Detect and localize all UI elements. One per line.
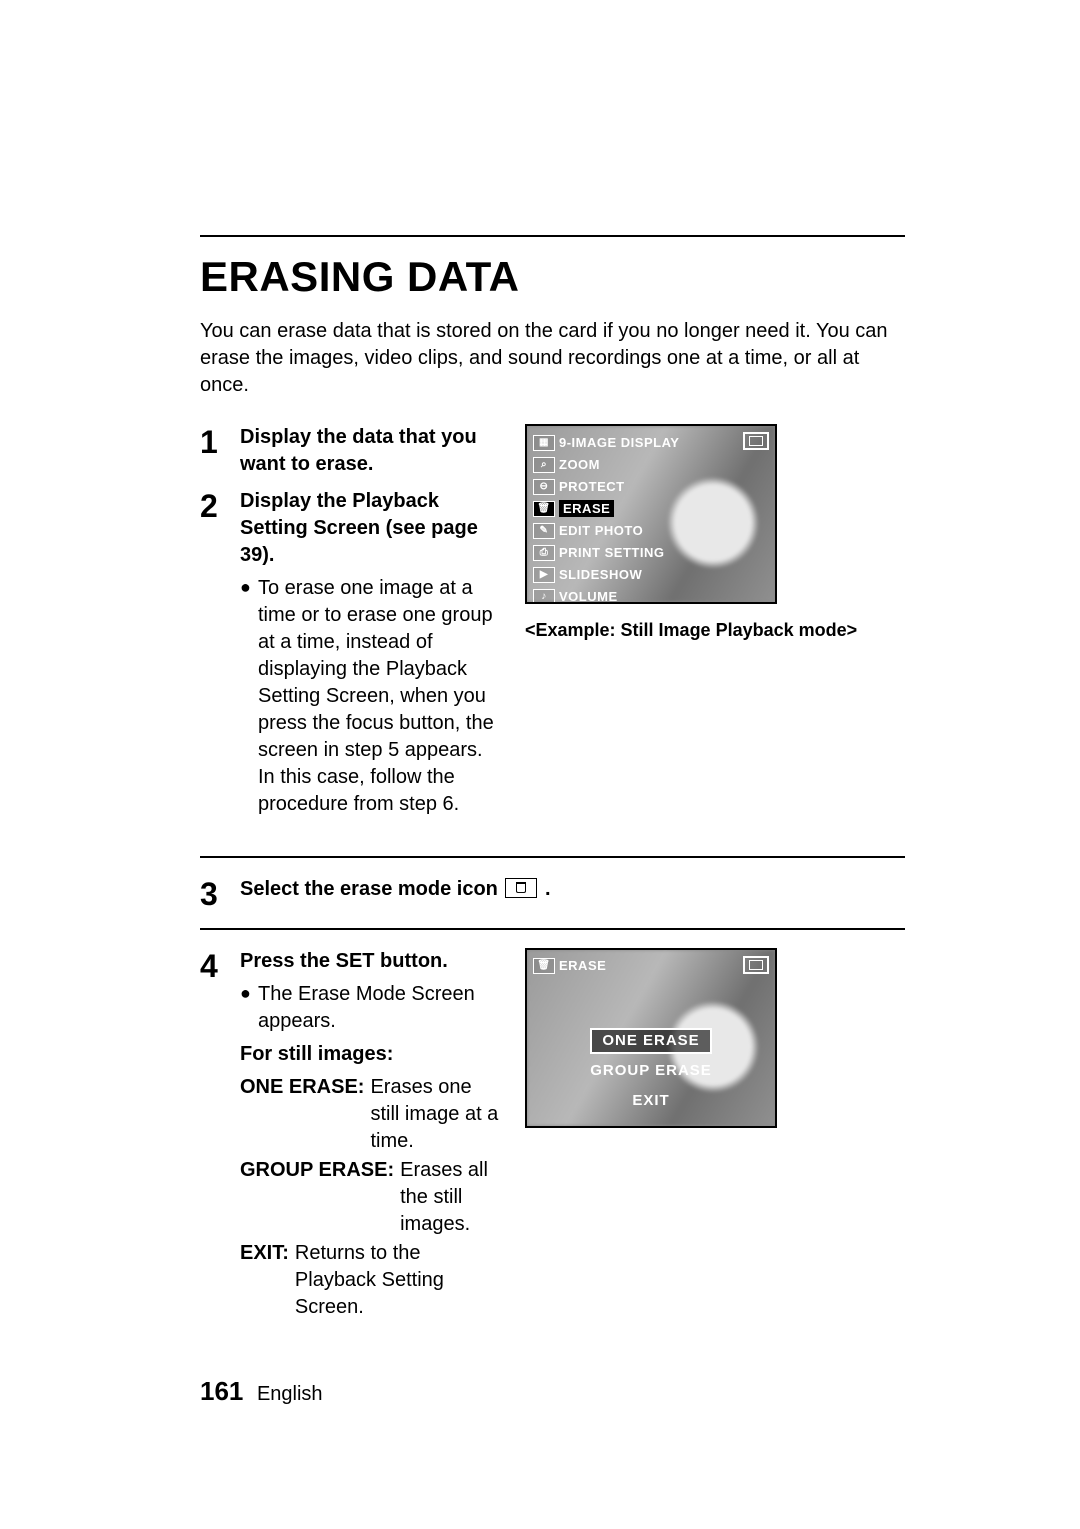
option-selected: ONE ERASE <box>592 1030 709 1052</box>
trash-icon: 🗑 <box>533 501 555 517</box>
bullet-text: The Erase Mode Screen appears. <box>258 981 500 1035</box>
manual-page: ERASING DATA You can erase data that is … <box>0 0 1080 1529</box>
edit-icon: ✎ <box>533 523 555 539</box>
lock-icon: ⊖ <box>533 479 555 495</box>
sub-heading: For still images: <box>240 1041 500 1068</box>
step-bullet: ● The Erase Mode Screen appears. <box>240 981 500 1035</box>
trash-icon: 🗑 <box>533 958 555 974</box>
step-number: 2 <box>200 488 240 522</box>
definition: Erases all the still images. <box>400 1157 500 1238</box>
term: GROUP ERASE: <box>240 1157 394 1238</box>
definition: Erases one still image at a time. <box>370 1074 500 1155</box>
bullet-icon: ● <box>240 981 258 1035</box>
rule-top <box>200 235 905 237</box>
step-text-before: Select the erase mode icon <box>240 878 503 900</box>
step-3: 3 Select the erase mode icon . <box>200 876 905 910</box>
step-number: 4 <box>200 948 240 982</box>
section-step-4: 4 Press the SET button. ● The Erase Mode… <box>200 948 905 1333</box>
term: EXIT: <box>240 1240 289 1321</box>
volume-icon: ♪ <box>533 589 555 604</box>
step-number: 1 <box>200 424 240 458</box>
step-text: Display the data that you want to erase. <box>240 424 500 478</box>
option: EXIT <box>622 1090 679 1112</box>
menu-item: PRINT SETTING <box>559 544 664 562</box>
page-number: 161 <box>200 1376 243 1406</box>
step-2: 2 Display the Playback Setting Screen (s… <box>200 488 500 818</box>
option: GROUP ERASE <box>580 1060 722 1082</box>
page-footer: 161 English <box>200 1374 323 1409</box>
menu-item: PROTECT <box>559 478 625 496</box>
lcd-caption: <Example: Still Image Playback mode> <box>525 618 857 643</box>
menu-item: ZOOM <box>559 456 600 474</box>
step-1: 1 Display the data that you want to eras… <box>200 424 500 478</box>
step-bullet: ● To erase one image at a time or to era… <box>240 575 500 818</box>
language-label: English <box>257 1383 323 1405</box>
menu-item-selected: ERASE <box>559 500 614 518</box>
rule-mid-1 <box>200 856 905 858</box>
page-title: ERASING DATA <box>200 249 905 306</box>
step-text: Display the Playback Setting Screen (see… <box>240 488 500 569</box>
bullet-text: To erase one image at a time or to erase… <box>258 575 500 818</box>
grid-icon: ▦ <box>533 435 555 451</box>
lcd-playback-menu: ▦9-IMAGE DISPLAY ⌕ZOOM ⊖PROTECT 🗑ERASE ✎… <box>525 424 777 604</box>
intro-text: You can erase data that is stored on the… <box>200 318 905 399</box>
zoom-icon: ⌕ <box>533 457 555 473</box>
slideshow-icon: ▶ <box>533 567 555 583</box>
lcd-erase-mode: 🗑ERASE ONE ERASE GROUP ERASE EXIT <box>525 948 777 1128</box>
step-number: 3 <box>200 876 240 910</box>
menu-item: SLIDESHOW <box>559 566 642 584</box>
term: ONE ERASE: <box>240 1074 364 1155</box>
step-text: Press the SET button. <box>240 948 500 975</box>
rule-mid-2 <box>200 928 905 930</box>
menu-item: EDIT PHOTO <box>559 522 643 540</box>
step-text-after: . <box>545 878 551 900</box>
bullet-icon: ● <box>240 575 258 818</box>
step-4: 4 Press the SET button. ● The Erase Mode… <box>200 948 500 1323</box>
section-steps-1-2: 1 Display the data that you want to eras… <box>200 424 905 828</box>
definition: Returns to the Playback Setting Screen. <box>295 1240 500 1321</box>
definition-list: ONE ERASE:Erases one still image at a ti… <box>240 1074 500 1321</box>
menu-item: VOLUME <box>559 588 618 604</box>
screen-title: ERASE <box>559 957 606 975</box>
erase-mode-icon <box>505 878 537 898</box>
menu-item: 9-IMAGE DISPLAY <box>559 434 679 452</box>
print-icon: ⎙ <box>533 545 555 561</box>
